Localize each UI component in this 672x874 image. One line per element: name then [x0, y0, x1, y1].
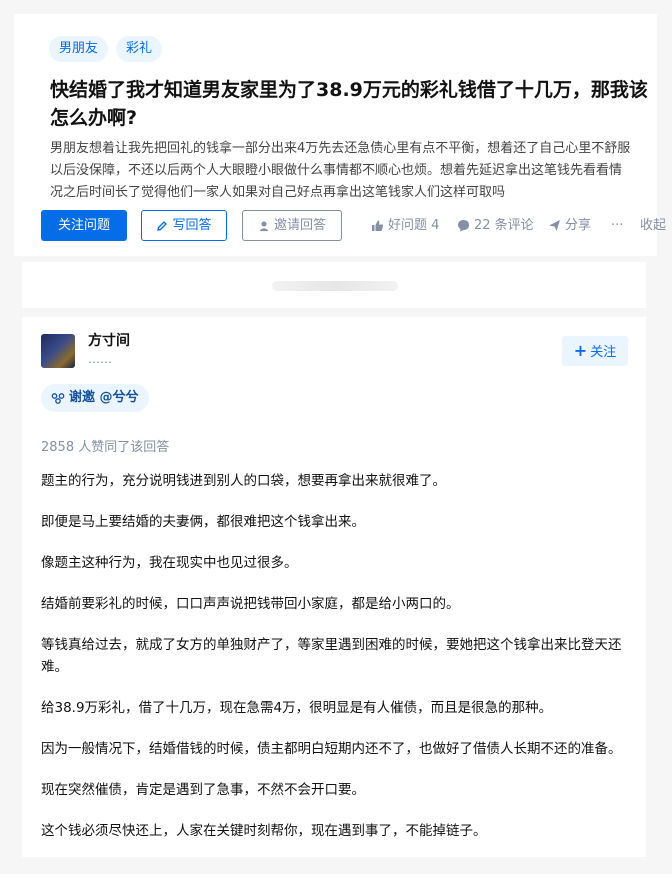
loading-placeholder-bar — [272, 281, 398, 291]
avatar[interactable] — [41, 334, 75, 368]
question-description: 男朋友想着让我先把回礼的钱拿一部分出来4万先去还急债心里有点不平衡，想着还了自己… — [50, 138, 656, 204]
comment-bubble-icon — [458, 220, 469, 232]
write-answer-button[interactable]: 写回答 — [141, 210, 227, 241]
answer-content: 题主的行为，充分说明钱进到别人的口袋，想要再拿出来就很难了。 即便是马上要结婚的… — [41, 470, 631, 861]
follow-question-button[interactable]: 关注问题 — [41, 210, 127, 241]
question-actions: 关注问题 写回答 邀请回答 好问题 4 22 条评论 分享 ··· 收起 — [41, 210, 666, 242]
comments-label: 22 条评论 — [474, 218, 534, 233]
answer-paragraph: 即便是马上要结婚的夫妻俩，都很难把这个钱拿出来。 — [41, 514, 365, 530]
answer-paragraph: 像题主这种行为，我在现实中也见过很多。 — [41, 555, 298, 571]
good-question-label: 好问题 4 — [388, 218, 440, 233]
answer-paragraph: 现在突然催债，肯定是遇到了急事，不然不会开口要。 — [41, 782, 365, 798]
follow-author-button[interactable]: + 关注 — [562, 336, 628, 366]
tag-boyfriend[interactable]: 男朋友 — [49, 36, 109, 62]
write-answer-label: 写回答 — [172, 218, 212, 233]
question-description-line: 男朋友想着让我先把回礼的钱拿一部分出来4万先去还急债心里有点不平衡，想着还了自己… — [50, 141, 631, 156]
good-question-button[interactable]: 好问题 4 — [371, 210, 439, 241]
author-name[interactable]: 方寸间 — [88, 330, 130, 350]
question-description-line: 况之后时间长了觉得他们一家人如果对自己好点再拿出这笔钱家人们这样可取吗 — [50, 185, 506, 200]
tag-bride-price[interactable]: 彩礼 — [116, 36, 163, 62]
likes-count: 2858 人赞同了该回答 — [41, 440, 170, 455]
collapse-button[interactable]: 收起 — [640, 210, 666, 241]
invite-badge-label: 谢邀 @兮兮 — [69, 390, 139, 405]
invite-link-icon — [51, 392, 65, 404]
answer-paragraph: 因为一般情况下，结婚借钱的时候，债主都明白短期内还不了，也做好了借债人长期不还的… — [41, 741, 622, 757]
answer-card: 方寸间 …… + 关注 谢邀 @兮兮 2858 人赞同了该回答 题主的行为，充分说… — [22, 317, 646, 857]
thumbs-up-icon — [372, 220, 384, 231]
invite-badge[interactable]: 谢邀 @兮兮 — [41, 384, 149, 412]
author-bio: …… — [88, 352, 112, 366]
follow-author-label: 关注 — [590, 345, 617, 360]
loading-placeholder-card — [22, 262, 646, 308]
answer-paragraph: 这个钱必须尽快还上，人家在关键时刻帮你，现在遇到事了，不能掉链子。 — [41, 823, 487, 839]
share-arrow-icon — [549, 220, 560, 231]
answer-paragraph: 题主的行为，充分说明钱进到别人的口袋，想要再拿出来就很难了。 — [41, 473, 446, 489]
plus-icon: + — [573, 341, 588, 360]
pen-icon — [157, 220, 168, 231]
invite-person-icon — [259, 221, 269, 231]
answer-paragraph: 结婚前要彩礼的时候，口口声声说把钱带回小家庭，都是给小两口的。 — [41, 596, 460, 612]
share-label: 分享 — [565, 218, 592, 233]
invite-answer-button[interactable]: 邀请回答 — [242, 210, 342, 241]
more-options-button[interactable]: ··· — [611, 210, 623, 241]
comments-button[interactable]: 22 条评论 — [457, 210, 534, 241]
answer-paragraph: 等钱真给过去，就成了女方的单独财产了，等家里遇到困难的时候，要她把这个钱拿出来比… — [41, 637, 622, 675]
question-tags: 男朋友 彩礼 — [49, 36, 163, 62]
answer-paragraph: 给38.9万彩礼，借了十几万，现在急需4万，很明显是有人催债，而且是很急的那种。 — [41, 700, 553, 716]
question-title[interactable]: 快结婚了我才知道男友家里为了38.9万元的彩礼钱借了十几万，那我该怎么办啊? — [50, 76, 650, 132]
question-card: 男朋友 彩礼 快结婚了我才知道男友家里为了38.9万元的彩礼钱借了十几万，那我该… — [14, 14, 666, 256]
question-description-line: 以后没保障，不还以后两个人大眼瞪小眼做什么事情都不顺心也烦。想着先延迟拿出这笔钱… — [50, 163, 623, 178]
invite-answer-label: 邀请回答 — [273, 218, 326, 233]
share-button[interactable]: 分享 — [548, 210, 591, 241]
